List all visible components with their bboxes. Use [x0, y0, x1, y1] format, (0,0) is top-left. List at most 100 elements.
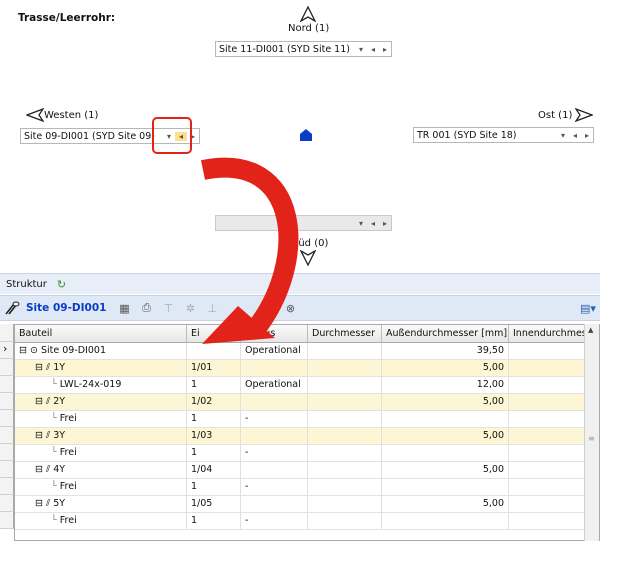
north-combo[interactable]: Site 11-DI001 (SYD Site 11) ▾ ◂ ▸ — [215, 41, 392, 57]
row-status: Operational — [241, 343, 308, 359]
structure-toolbar: Site 09-DI001 ▦ ⎙ ⊤ ✲ ⊥ 1 ⊗ ▤▾ — [0, 295, 600, 321]
col-aussendurchmesser[interactable]: Außendurchmesser [mm] — [382, 325, 509, 342]
east-combo[interactable]: TR 001 (SYD Site 18) ▾ ◂ ▸ — [413, 127, 594, 143]
row-header[interactable] — [0, 478, 14, 495]
row-name: └ Frei — [15, 479, 187, 495]
refresh-icon[interactable]: ↻ — [57, 278, 66, 291]
row-name-text: LWL-24x-019 — [59, 379, 122, 390]
number-icon[interactable]: 1 — [260, 300, 276, 316]
row-name-text: Frei — [59, 481, 77, 492]
row-durchmesser — [308, 377, 382, 393]
row-innendurchmesser — [509, 462, 593, 478]
row-aussendurchmesser — [382, 445, 509, 461]
expand-duct-icon: ⊟ ⫽ — [35, 396, 54, 407]
col-durchmesser[interactable]: Durchmesser — [308, 325, 382, 342]
row-name-text: Site 09-DI001 — [40, 345, 106, 356]
row-innendurchmesser — [509, 513, 593, 529]
settings-icon[interactable]: ✲ — [182, 300, 198, 316]
vertical-scrollbar[interactable]: ▲ ≡ — [584, 324, 599, 541]
row-header[interactable] — [0, 359, 14, 376]
col-bauteil[interactable]: Bauteil — [15, 325, 187, 342]
row-header-corner — [0, 324, 14, 342]
south-combo[interactable]: ▾ ◂ ▸ — [215, 215, 392, 231]
col-innendurchmesser[interactable]: Innendurchmesse — [509, 325, 593, 342]
expand-duct-icon: ⊟ ⫽ — [35, 464, 54, 475]
dropdown-icon[interactable]: ▾ — [557, 131, 569, 140]
table-row[interactable]: └ LWL-24x-019 1 Operational 12,00 — [15, 377, 599, 394]
table-row[interactable]: ⊟ ⫽ 2Y 1/02 5,00 — [15, 394, 599, 411]
next-icon[interactable]: ▸ — [581, 131, 593, 140]
row-status: - — [241, 513, 308, 529]
row-header[interactable]: › — [0, 342, 14, 359]
tree-branch-icon: └ — [51, 447, 60, 458]
table-row[interactable]: └ Frei 1- — [15, 513, 599, 530]
home-icon[interactable] — [299, 128, 313, 142]
row-header[interactable] — [0, 393, 14, 410]
tree-branch-icon: └ — [51, 379, 60, 390]
row-status — [241, 394, 308, 410]
row-durchmesser — [308, 428, 382, 444]
table-row[interactable]: └ Frei 1- — [15, 445, 599, 462]
row-header[interactable] — [0, 376, 14, 393]
table-row[interactable]: ⊟ ⊙ Site 09-DI001 Operational 39,50 — [15, 343, 599, 360]
row-header[interactable] — [0, 410, 14, 427]
scroll-up-icon[interactable]: ▲ — [588, 326, 593, 334]
row-aussendurchmesser: 5,00 — [382, 394, 509, 410]
row-ei: 1 — [187, 411, 241, 427]
table-row[interactable]: └ Frei 1- — [15, 479, 599, 496]
row-innendurchmesser — [509, 479, 593, 495]
column-chooser-icon[interactable]: ▤▾ — [580, 300, 596, 316]
tool-icon[interactable]: ⊥ — [204, 300, 220, 316]
grid-body: ⊟ ⊙ Site 09-DI001 Operational 39,50 ⊟ ⫽ 1Y 1… — [15, 343, 599, 530]
table-icon[interactable]: ▦ — [116, 300, 132, 316]
row-durchmesser — [308, 479, 382, 495]
scroll-grip-icon[interactable]: ≡ — [588, 434, 595, 443]
row-name-text: 4Y — [53, 464, 66, 475]
row-innendurchmesser — [509, 360, 593, 376]
table-row[interactable]: ⊟ ⫽ 5Y 1/05 5,00 — [15, 496, 599, 513]
row-header[interactable] — [0, 461, 14, 478]
col-ei[interactable]: Ei — [187, 325, 241, 342]
table-row[interactable]: ⊟ ⫽ 1Y 1/01 5,00 — [15, 360, 599, 377]
tree-branch-icon: └ — [51, 413, 60, 424]
row-ei: 1 — [187, 513, 241, 529]
row-innendurchmesser — [509, 496, 593, 512]
panel-title: Trasse/Leerrohr: — [18, 12, 116, 24]
row-innendurchmesser — [509, 428, 593, 444]
prev-icon[interactable]: ◂ — [367, 45, 379, 54]
row-header[interactable] — [0, 427, 14, 444]
row-ei: 1/01 — [187, 360, 241, 376]
link-icon[interactable]: ⊗ — [282, 300, 298, 316]
prev-icon[interactable]: ◂ — [569, 131, 581, 140]
row-durchmesser — [308, 462, 382, 478]
row-durchmesser — [308, 513, 382, 529]
row-header-column: › — [0, 324, 14, 541]
dropdown-icon[interactable]: ▾ — [355, 45, 367, 54]
dropdown-icon[interactable]: ▾ — [355, 219, 367, 228]
col-status[interactable]: Status — [241, 325, 308, 342]
next-icon[interactable]: ▸ — [379, 45, 391, 54]
table-row[interactable]: ⊟ ⫽ 4Y 1/04 5,00 — [15, 462, 599, 479]
table-row[interactable]: ⊟ ⫽ 3Y 1/03 5,00 — [15, 428, 599, 445]
row-aussendurchmesser: 39,50 — [382, 343, 509, 359]
row-header[interactable] — [0, 444, 14, 461]
table-row[interactable]: └ Frei 1- — [15, 411, 599, 428]
highlight-box — [152, 117, 192, 154]
south-arrow-icon[interactable] — [300, 250, 316, 266]
next-icon[interactable]: ▸ — [379, 219, 391, 228]
row-ei: 1/02 — [187, 394, 241, 410]
row-ei: 1 — [187, 479, 241, 495]
west-arrow-icon[interactable] — [26, 108, 44, 122]
tree-branch-icon: └ — [51, 515, 60, 526]
row-header[interactable] — [0, 512, 14, 529]
row-name-text: 1Y — [53, 362, 66, 373]
north-arrow-icon[interactable] — [300, 6, 316, 22]
print-icon[interactable]: ⎙ — [138, 300, 154, 316]
row-header[interactable] — [0, 495, 14, 512]
east-combo-value: TR 001 (SYD Site 18) — [417, 129, 517, 141]
row-ei: 1/03 — [187, 428, 241, 444]
east-arrow-icon[interactable] — [575, 108, 593, 122]
filter-icon[interactable]: ⊤ — [160, 300, 176, 316]
structure-label: Struktur — [6, 278, 47, 290]
prev-icon[interactable]: ◂ — [367, 219, 379, 228]
